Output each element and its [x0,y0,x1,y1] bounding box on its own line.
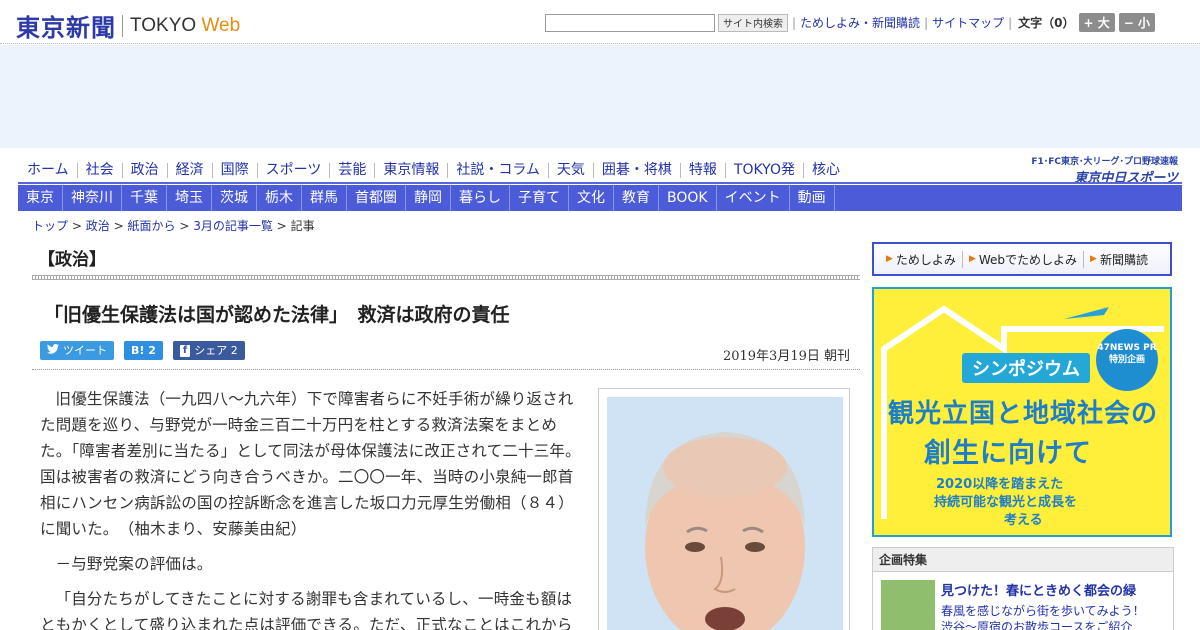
arrow-right-icon: ▶ [886,254,893,264]
article-photo-frame [598,388,850,630]
tweet-button[interactable]: ツイート [40,341,114,360]
arrow-right-icon: ▶ [1090,254,1097,264]
banner-title-line2: 創生に向けて [924,438,1092,469]
nav-parenting[interactable]: 子育て [510,185,569,211]
banner-sub-line3: 考える [1004,513,1043,528]
nav-politics[interactable]: 政治 [123,162,168,178]
site-search-button[interactable]: サイト内検索 [718,13,788,32]
nav-region-shizuoka[interactable]: 静岡 [406,185,451,211]
feature-title-link[interactable]: 見つけた！春にときめく都会の緑 [941,580,1136,599]
site-logo[interactable]: 東京新聞 TOKYO Web [16,8,240,43]
tweet-label: ツイート [63,344,107,357]
nav-region-chiba[interactable]: 千葉 [122,185,167,211]
nav-sports[interactable]: スポーツ [258,162,331,178]
nav-international[interactable]: 国際 [213,162,258,178]
chunichi-sub: F1･FC東京･大リーグ･プロ野球速報 [1031,157,1178,167]
promo-subscribe-link[interactable]: ▶ 新聞購読 [1084,251,1154,268]
logo-jp: 東京新聞 [16,13,116,42]
facebook-icon: f [179,344,191,357]
top-tools: サイト内検索 | ためしよみ・新聞購読 | サイトマップ | 文字（0） + 大… [545,13,1155,32]
nav-education[interactable]: 教育 [614,185,659,211]
banner-sub-line2: 持続可能な観光と成長を [934,495,1078,510]
feature-box: 企画特集 見つけた！春にときめく都会の緑 春風を感じながら街を歩いてみよう！ 渋… [872,547,1174,630]
nav-go-shogi[interactable]: 囲碁・将棋 [594,162,681,178]
symposium-banner-ad[interactable]: シンポジウム 47NEWS PR 特別企画 観光立国と地域社会の 創生に向けて … [872,287,1172,537]
twitter-bird-icon [47,341,59,360]
section-divider [32,275,860,280]
promo-web-trial-link[interactable]: ▶ Webでためしよみ [963,250,1085,268]
nav-region-gunma[interactable]: 群馬 [302,185,347,211]
article-date: 2019年3月19日 朝刊 [722,349,850,364]
nav-region-kanagawa[interactable]: 神奈川 [63,185,122,211]
nav-tokyo-hatsu[interactable]: TOKYO発 [726,162,804,178]
portrait-illustration [607,397,843,630]
nav-region-ibaraki[interactable]: 茨城 [212,185,257,211]
banner-sub-line1: 2020以降を踏まえた [936,477,1064,492]
primary-nav: ホーム 社会 政治 経済 国際 スポーツ 芸能 東京情報 社説・コラム 天気 囲… [18,158,848,182]
feature-heading: 企画特集 [873,548,1173,572]
subscribe-link[interactable]: ためしよみ・新聞購読 [800,14,920,31]
article-photo[interactable] [607,397,843,630]
nav-video[interactable]: 動画 [790,185,835,211]
arrow-right-icon: ▶ [968,254,976,264]
nav-society[interactable]: 社会 [78,162,123,178]
breadcrumb-print[interactable]: 紙面から [127,219,175,233]
site-header: 東京新聞 TOKYO Web サイト内検索 | ためしよみ・新聞購読 | サイト… [0,0,1200,44]
nav-entertainment[interactable]: 芸能 [330,162,376,178]
nav-region-saitama[interactable]: 埼玉 [167,185,212,211]
nav-divider [18,182,1182,184]
facebook-share-button[interactable]: f シェア 2 [172,341,245,360]
article-paragraph: －与野党案の評価は。 [55,555,213,573]
regional-nav: 東京 神奈川 千葉 埼玉 茨城 栃木 群馬 首都圏 静岡 暮らし 子育て 文化 … [18,185,1182,211]
breadcrumb-politics[interactable]: 政治 [86,219,110,233]
font-size-label: 文字（0） [1018,16,1075,30]
sitemap-link[interactable]: サイトマップ [932,14,1004,31]
nav-tokuho[interactable]: 特報 [681,162,726,178]
hatena-label: B! 2 [131,344,156,357]
article-paragraph: 「自分たちがしてきたことに対する謝罪も含まれているし、一時金も額はともかくとして… [40,590,573,630]
article-body: 旧優生保護法（一九四八～九六年）下で障害者らに不妊手術が繰り返された問題を巡り、… [40,386,586,630]
nav-kakushin[interactable]: 核心 [804,162,848,178]
logo-divider [122,14,123,37]
banner-title-line1: 観光立国と地域社会の [888,399,1159,429]
nav-culture[interactable]: 文化 [569,185,614,211]
nav-lifestyle[interactable]: 暮らし [451,185,510,211]
banner-badge: 47NEWS PR 特別企画 [1096,329,1158,391]
breadcrumb-month-list[interactable]: 3月の記事一覧 [193,219,273,233]
ad-banner-area [0,45,1200,148]
nav-economy[interactable]: 経済 [168,162,213,178]
banner-tag: シンポジウム [962,353,1090,383]
nav-tokyo-info[interactable]: 東京情報 [375,162,449,178]
breadcrumb-top[interactable]: トップ [32,219,68,233]
facebook-share-label: シェア 2 [194,344,238,357]
article-divider [32,369,860,370]
article-headline: 「旧優生保護法は国が認めた法律」 救済は政府の責任 [44,304,510,326]
font-smaller-button[interactable]: − 小 [1118,13,1155,32]
nav-home[interactable]: ホーム [18,162,78,178]
nav-book[interactable]: BOOK [659,185,717,211]
nav-weather[interactable]: 天気 [549,162,594,178]
logo-en: TOKYO Web [130,14,241,36]
feature-description: 春風を感じながら街を歩いてみよう！ 渋谷～原宿のお散歩コースをご紹介 [941,604,1145,630]
section-title: 【政治】 [38,250,106,270]
nav-region-shutoken[interactable]: 首都圏 [347,185,406,211]
nav-editorial[interactable]: 社説・コラム [448,162,549,178]
share-buttons: ツイート B! 2 f シェア 2 [40,341,255,360]
breadcrumb: トップ > 政治 > 紙面から > 3月の記事一覧 > 記事 [32,219,315,233]
breadcrumb-current: 記事 [290,219,315,233]
subscription-promo: ▶ ためしよみ ▶ Webでためしよみ ▶ 新聞購読 [872,242,1172,276]
article-paragraph: 旧優生保護法（一九四八～九六年）下で障害者らに不妊手術が繰り返された問題を巡り、… [40,390,581,538]
nav-event[interactable]: イベント [717,185,790,211]
font-bigger-button[interactable]: + 大 [1078,13,1115,32]
hatena-bookmark-button[interactable]: B! 2 [124,341,163,360]
nav-region-tochigi[interactable]: 栃木 [257,185,302,211]
feature-thumbnail[interactable] [881,580,935,630]
search-input[interactable] [545,13,715,32]
promo-trial-link[interactable]: ▶ ためしよみ [880,250,963,268]
nav-region-tokyo[interactable]: 東京 [18,185,63,211]
